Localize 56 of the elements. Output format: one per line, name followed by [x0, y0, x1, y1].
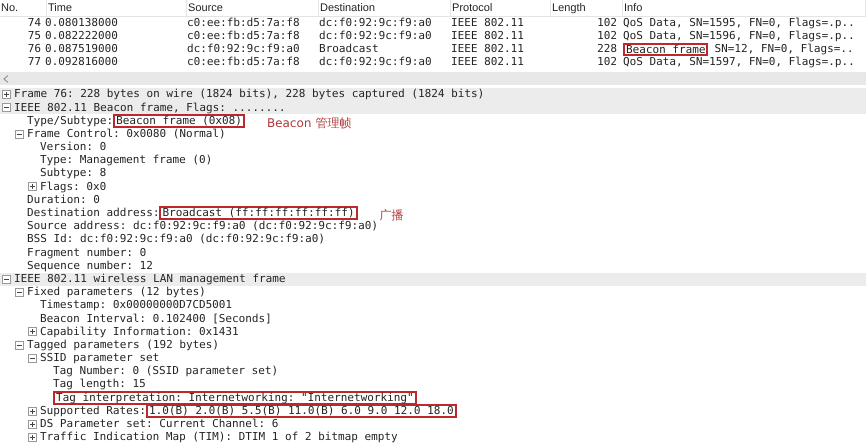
column-header[interactable]: Length	[551, 0, 623, 16]
table-cell-text: 74	[26, 15, 42, 31]
table-cell-text: IEEE 802.11	[451, 41, 525, 56]
table-cell-text: IEEE 802.11	[451, 15, 525, 30]
highlight-box: Broadcast (ff:ff:ff:ff:ff:ff)	[159, 206, 358, 220]
table-cell-text: IEEE 802.11	[451, 28, 525, 44]
annotation-note: Beacon 管理帧	[266, 114, 352, 132]
table-cell-text: Broadcast	[319, 41, 380, 56]
table-cell-text: QoS Data, SN=1595, FN=0, Flags=.p..	[623, 15, 855, 30]
scroll-left-icon[interactable]	[3, 74, 9, 82]
collapse-icon[interactable]	[15, 288, 24, 297]
table-cell-text: 0.082222000	[45, 28, 119, 44]
table-cell-text: SN=12, FN=0, Flags=..	[714, 42, 854, 56]
table-cell-text: 228	[596, 41, 618, 56]
column-header[interactable]: Source	[187, 0, 319, 16]
table-cell-text: dc:f0:92:9c:f9:a0	[319, 54, 433, 70]
highlight-box: Beacon frame	[623, 43, 708, 56]
collapse-icon[interactable]	[15, 340, 24, 350]
collapse-icon[interactable]	[15, 130, 24, 139]
table-cell-text: QoS Data, SN=1596, FN=0, Flags=.p..	[623, 28, 855, 44]
expand-icon[interactable]	[2, 90, 11, 100]
table-cell-text: 75	[26, 28, 42, 44]
table-cell-text: 0.080138000	[45, 15, 119, 30]
expand-icon[interactable]	[28, 327, 37, 336]
annotation-note: 广播	[380, 207, 404, 224]
table-cell-text: dc:f0:92:9c:f9:a0	[319, 28, 433, 44]
expand-icon[interactable]	[28, 182, 37, 192]
table-cell-text: 102	[596, 15, 618, 30]
table-cell-text: 76	[26, 41, 42, 57]
table-cell-text: 77	[26, 54, 42, 70]
expand-icon[interactable]	[28, 406, 37, 416]
highlight-box: Tag interpretation: Internetworking: "Internetworking"	[53, 390, 417, 405]
table-cell-text: 0.087519000	[45, 41, 119, 56]
column-header[interactable]: Info	[623, 0, 866, 16]
table-cell-text: dc:f0:92:9c:f9:a0	[319, 15, 433, 30]
table-cell-text: IEEE 802.11	[451, 54, 525, 70]
column-header[interactable]: No.	[0, 0, 47, 16]
table-cell-text: 102	[596, 54, 618, 70]
collapse-icon[interactable]	[28, 354, 37, 363]
table-cell-text: c0:ee:fb:d5:7a:f8	[187, 54, 301, 70]
horizontal-scrollbar[interactable]	[0, 72, 866, 85]
column-header[interactable]: Destination	[319, 0, 451, 16]
expand-icon[interactable]	[28, 420, 37, 429]
collapse-icon[interactable]	[2, 274, 11, 284]
table-cell-text: QoS Data, SN=1597, FN=0, Flags=.p..	[623, 54, 855, 70]
table-cell-text: c0:ee:fb:d5:7a:f8	[187, 28, 301, 44]
table-cell-text: dc:f0:92:9c:f9:a0	[187, 41, 301, 56]
column-header[interactable]: Time	[47, 0, 187, 16]
column-header[interactable]: Protocol	[451, 0, 551, 16]
expand-icon[interactable]	[28, 432, 37, 442]
table-cell-text: 102	[596, 28, 618, 44]
collapse-icon[interactable]	[2, 103, 11, 112]
highlight-box: Beacon frame (0x08)	[113, 114, 245, 128]
table-cell-text: 0.092816000	[45, 54, 119, 70]
table-cell-text: c0:ee:fb:d5:7a:f8	[187, 15, 301, 30]
highlight-box: 1.0(B) 2.0(B) 5.5(B) 11.0(B) 6.0 9.0 12.0 18.0	[146, 404, 457, 418]
